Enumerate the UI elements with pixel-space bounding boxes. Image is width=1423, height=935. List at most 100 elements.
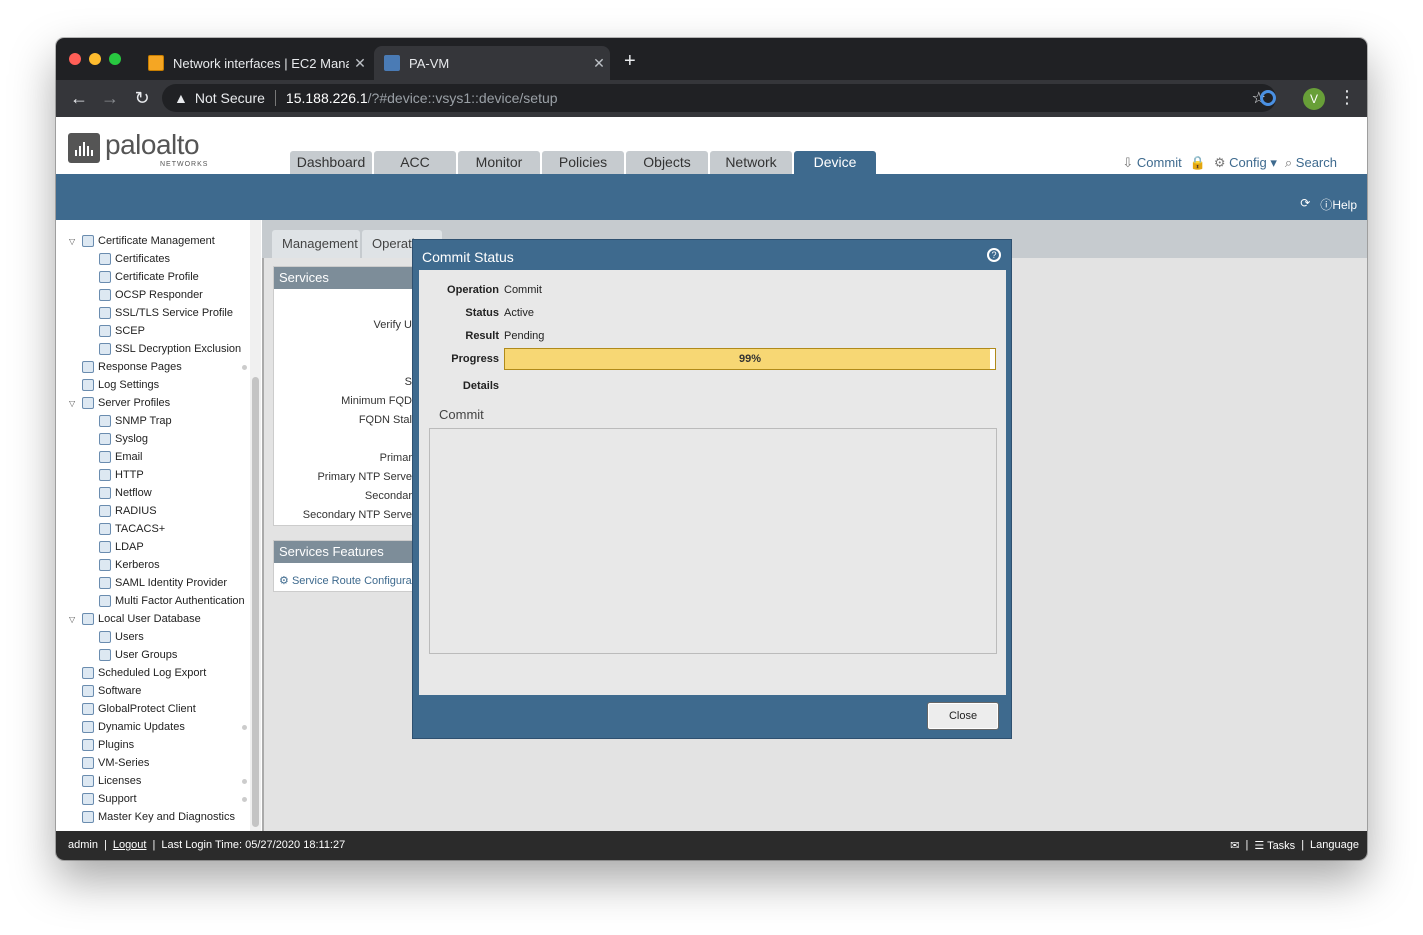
sidebar-item[interactable]: GlobalProtect Client xyxy=(69,700,196,718)
expand-triangle-icon[interactable]: ▽ xyxy=(69,399,78,408)
sidebar-item[interactable]: ▽ Server Profiles xyxy=(69,394,170,412)
sidebar-item[interactable]: OCSP Responder xyxy=(99,286,203,304)
sidebar-item-label: Scheduled Log Export xyxy=(98,667,207,679)
tree-node-icon xyxy=(99,631,111,643)
sidebar-item-label: Software xyxy=(98,685,142,697)
sidebar-item[interactable]: Response Pages xyxy=(69,358,247,376)
language-link[interactable]: Language xyxy=(1310,839,1359,852)
sidebar-item[interactable]: Log Settings xyxy=(69,376,159,394)
expand-triangle-icon[interactable]: ▽ xyxy=(69,615,78,624)
profile-avatar[interactable]: V xyxy=(1303,88,1325,110)
sidebar-scrollbar[interactable] xyxy=(250,220,261,831)
tree-node-icon xyxy=(82,775,94,787)
commit-link[interactable]: ⇩ Commit xyxy=(1122,155,1181,171)
close-button[interactable]: Close xyxy=(927,702,999,730)
services-label: Minimum FQD xyxy=(341,395,412,407)
sidebar-item[interactable]: HTTP xyxy=(99,466,144,484)
new-tab-button[interactable]: + xyxy=(624,50,636,73)
tree-node-icon xyxy=(82,397,94,409)
sidebar-item[interactable]: Certificate Profile xyxy=(99,268,199,286)
tab-device[interactable]: Device xyxy=(794,151,876,174)
sidebar-item[interactable]: User Groups xyxy=(99,646,177,664)
config-menu[interactable]: ⚙ Config ▾ xyxy=(1214,155,1277,171)
sidebar-item[interactable]: Plugins xyxy=(69,736,134,754)
tab-objects[interactable]: Objects xyxy=(626,151,708,174)
sidebar-item[interactable]: SSL Decryption Exclusion xyxy=(99,340,241,358)
tree-node-icon xyxy=(99,253,111,265)
sidebar-item[interactable]: Netflow xyxy=(99,484,152,502)
search-link[interactable]: ⌕ Search xyxy=(1285,155,1337,171)
sidebar-item-label: Certificate Profile xyxy=(115,271,199,283)
sidebar-item-label: Plugins xyxy=(98,739,135,751)
tree-node-icon xyxy=(99,559,111,571)
commit-details-tab[interactable]: Commit xyxy=(439,407,484,422)
sidebar-item[interactable]: SNMP Trap xyxy=(99,412,172,430)
sidebar-scroll-thumb[interactable] xyxy=(252,377,259,827)
sidebar-item[interactable]: ▽ Certificate Management xyxy=(69,232,215,250)
browser-tab-pavm[interactable]: PA-VM ✕ xyxy=(374,46,610,80)
sidebar-item-label: Master Key and Diagnostics xyxy=(98,811,235,823)
subtab-management[interactable]: Management xyxy=(272,230,360,258)
sidebar-item-label: Support xyxy=(98,793,137,805)
sidebar-item[interactable]: Certificates xyxy=(99,250,170,268)
sidebar-item[interactable]: SSL/TLS Service Profile xyxy=(99,304,233,322)
extension-icon[interactable] xyxy=(1260,90,1276,106)
sidebar-item[interactable]: Dynamic Updates xyxy=(69,718,247,736)
sidebar-item-label: Certificate Management xyxy=(98,235,215,247)
close-tab-icon[interactable]: ✕ xyxy=(588,55,610,72)
config-icon: ⚙ xyxy=(1213,155,1226,170)
lock-icon[interactable]: 🔒 xyxy=(1190,155,1206,171)
sidebar-item[interactable]: Software xyxy=(69,682,141,700)
sidebar-item-label: SCEP xyxy=(115,325,145,337)
mail-icon[interactable]: ✉ xyxy=(1230,839,1239,852)
tab-policies[interactable]: Policies xyxy=(542,151,624,174)
services-features-title: Services Features xyxy=(274,541,417,563)
tasks-link[interactable]: ☰ Tasks xyxy=(1254,839,1295,852)
sidebar-item[interactable]: Multi Factor Authentication xyxy=(99,592,245,610)
close-window-button[interactable] xyxy=(69,53,81,65)
sidebar-item[interactable]: VM-Series xyxy=(69,754,149,772)
tree-node-icon xyxy=(99,271,111,283)
minimize-window-button[interactable] xyxy=(89,53,101,65)
browser-tab-ec2[interactable]: Network interfaces | EC2 Mana ✕ xyxy=(138,46,371,80)
sidebar-item[interactable]: Master Key and Diagnostics xyxy=(69,808,235,826)
tab-acc[interactable]: ACC xyxy=(374,151,456,174)
sidebar-item-label: Multi Factor Authentication xyxy=(115,595,245,607)
address-bar[interactable]: ▲ Not Secure 15.188.226.1 /?#device::vsy… xyxy=(162,84,1276,112)
sidebar-item[interactable]: SAML Identity Provider xyxy=(99,574,227,592)
status-footer: admin | Logout | Last Login Time: 05/27/… xyxy=(56,831,1367,860)
sidebar-item[interactable]: Support xyxy=(69,790,247,808)
tab-monitor[interactable]: Monitor xyxy=(458,151,540,174)
tab-dashboard[interactable]: Dashboard xyxy=(290,151,372,174)
sidebar-item[interactable]: ▽ Local User Database xyxy=(69,610,201,628)
sidebar-item[interactable]: Scheduled Log Export xyxy=(69,664,206,682)
tree-node-icon xyxy=(82,361,94,373)
result-label: Result xyxy=(465,330,499,342)
tree-node-icon xyxy=(82,235,94,247)
commit-icon: ⇩ xyxy=(1122,155,1134,170)
status-dot xyxy=(242,365,247,370)
refresh-icon[interactable]: ⟳ xyxy=(1300,196,1310,213)
sidebar-item[interactable]: SCEP xyxy=(99,322,145,340)
sidebar-item[interactable]: Syslog xyxy=(99,430,148,448)
forward-arrow-icon[interactable]: → xyxy=(99,88,121,109)
service-route-link[interactable]: ⚙ Service Route Configura xyxy=(279,574,412,587)
sidebar-item[interactable]: Kerberos xyxy=(99,556,160,574)
help-icon[interactable]: ? xyxy=(987,248,1001,262)
maximize-window-button[interactable] xyxy=(109,53,121,65)
sidebar-item[interactable]: RADIUS xyxy=(99,502,157,520)
sidebar-item[interactable]: TACACS+ xyxy=(99,520,165,538)
back-arrow-icon[interactable]: ← xyxy=(68,88,90,109)
browser-menu-icon[interactable]: ⋮ xyxy=(1338,87,1356,108)
sidebar-item[interactable]: Licenses xyxy=(69,772,247,790)
sidebar-item[interactable]: Email xyxy=(99,448,143,466)
sidebar-item[interactable]: Users xyxy=(99,628,144,646)
tab-network[interactable]: Network xyxy=(710,151,792,174)
logout-link[interactable]: Logout xyxy=(113,839,147,851)
close-tab-icon[interactable]: ✕ xyxy=(349,55,371,72)
help-label: Help xyxy=(1332,198,1357,212)
reload-icon[interactable]: ↻ xyxy=(131,88,153,109)
help-link[interactable]: ⓘHelp xyxy=(1320,196,1357,213)
sidebar-item[interactable]: LDAP xyxy=(99,538,144,556)
expand-triangle-icon[interactable]: ▽ xyxy=(69,237,78,246)
